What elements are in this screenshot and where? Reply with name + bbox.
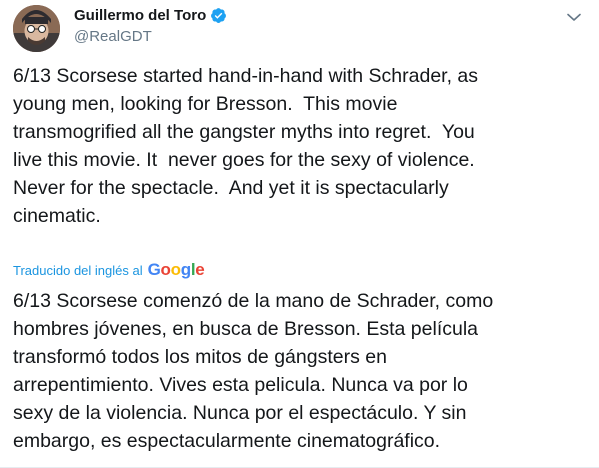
avatar[interactable] <box>13 5 60 52</box>
author-name-row: Guillermo del Toro <box>74 7 227 24</box>
translated-from-label[interactable]: Traducido del inglés al <box>13 263 143 278</box>
translation-attribution: Traducido del inglés al Google <box>13 260 205 280</box>
translated-tweet-text: 6/13 Scorsese comenzó de la mano de Schr… <box>13 290 494 452</box>
google-logo-letter: G <box>147 260 161 279</box>
tweet-card: Guillermo del Toro @RealGDT 6/13 Scorses… <box>0 0 599 468</box>
google-logo-letter: o <box>170 260 181 279</box>
verified-badge-icon <box>210 7 227 24</box>
google-logo-letter: e <box>195 260 205 279</box>
tweet-menu-chevron-down-icon[interactable] <box>565 8 583 26</box>
author-display-name[interactable]: Guillermo del Toro <box>74 7 206 24</box>
author-handle[interactable]: @RealGDT <box>74 28 152 45</box>
google-logo-letter: g <box>180 260 191 279</box>
google-logo-letter: o <box>160 260 171 279</box>
google-logo: Google <box>148 260 205 280</box>
avatar-image <box>13 5 60 52</box>
tweet-text: 6/13 Scorsese started hand-in-hand with … <box>13 65 479 227</box>
